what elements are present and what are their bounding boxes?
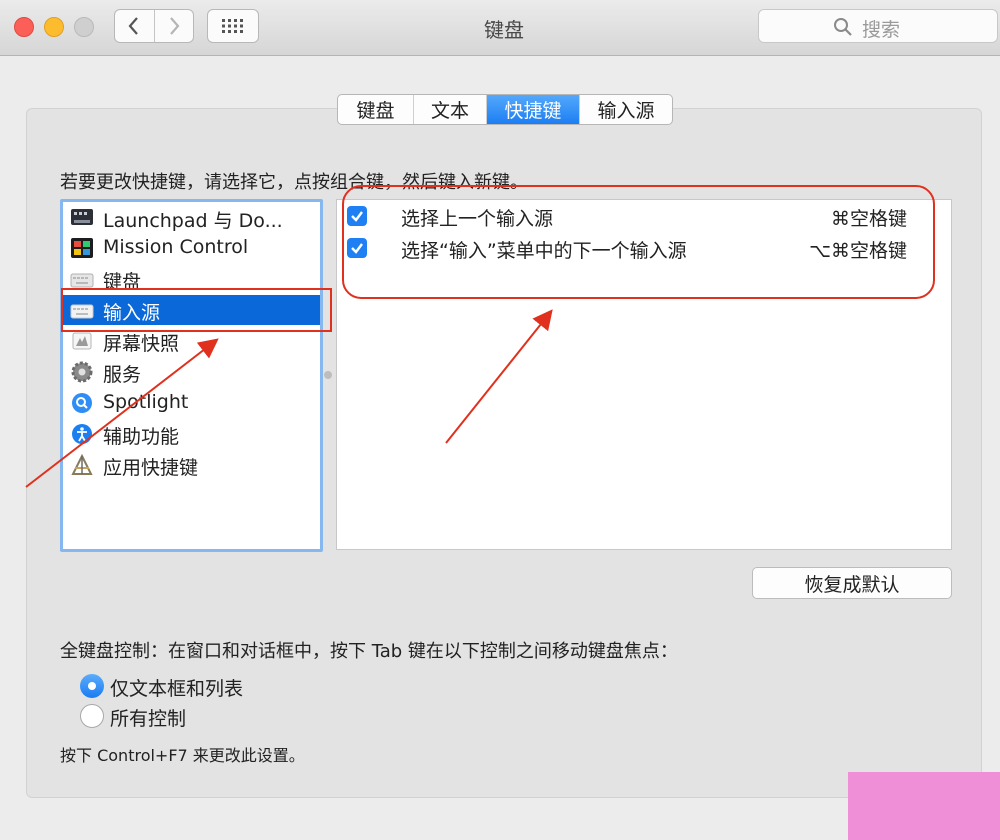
app-shortcuts-icon	[71, 454, 93, 475]
tab-input-sources[interactable]: 输入源	[579, 95, 672, 124]
category-label: Mission Control	[103, 236, 249, 258]
shortcut-label: 选择上一个输入源	[401, 208, 554, 230]
radio-text-boxes-and-lists[interactable]	[80, 674, 104, 698]
category-item-screenshots[interactable]: 屏幕快照	[63, 326, 320, 356]
minimize-window-button[interactable]	[44, 17, 64, 37]
radio-label-all-controls: 所有控制	[110, 708, 187, 730]
search-field[interactable]: 搜索	[758, 9, 998, 43]
window-title: 键盘	[484, 18, 524, 42]
search-icon	[834, 18, 852, 36]
shortcut-checkbox[interactable]	[347, 206, 367, 226]
category-label: 输入源	[103, 302, 161, 324]
checkmark-icon	[351, 211, 363, 222]
grid-icon	[222, 19, 243, 33]
show-all-button[interactable]	[207, 9, 259, 43]
shortcut-list[interactable]: 选择上一个输入源 ⌘空格键 选择“输入”菜单中的下一个输入源 ⌥⌘空格键	[336, 199, 952, 550]
back-button[interactable]	[115, 10, 154, 42]
spotlight-icon	[72, 393, 92, 413]
screenshot-icon	[72, 332, 92, 350]
category-label: 服务	[103, 364, 142, 386]
category-label: 屏幕快照	[103, 333, 180, 355]
keyboard-shortcut-hint: 按下 Control+F7 来更改此设置。	[60, 746, 305, 765]
split-view-divider[interactable]	[324, 371, 332, 379]
tab-keyboard[interactable]: 键盘	[338, 95, 413, 124]
category-label: Launchpad 与 Do...	[103, 210, 283, 232]
restore-defaults-button[interactable]: 恢复成默认	[752, 567, 952, 599]
radio-label-text-boxes: 仅文本框和列表	[110, 678, 244, 700]
forward-button[interactable]	[153, 10, 194, 42]
mission-control-icon	[71, 238, 93, 258]
shortcut-row[interactable]: 选择上一个输入源 ⌘空格键	[337, 201, 951, 231]
category-item-keyboard[interactable]: 键盘	[63, 264, 320, 294]
category-item-mission-control[interactable]: Mission Control	[63, 233, 320, 263]
search-placeholder: 搜索	[862, 19, 901, 41]
instruction-text: 若要更改快捷键，请选择它，点按组合键，然后键入新键。	[60, 172, 528, 193]
close-window-button[interactable]	[14, 17, 34, 37]
watermark-corner	[848, 772, 1000, 840]
shortcut-category-list[interactable]: Launchpad 与 Do... Mission Control 键盘 输入源…	[60, 199, 323, 552]
category-label: Spotlight	[103, 391, 189, 413]
category-label: 键盘	[103, 271, 142, 293]
radio-all-controls[interactable]	[80, 704, 104, 728]
category-label: 应用快捷键	[103, 457, 199, 479]
input-source-icon	[70, 304, 94, 319]
category-item-spotlight[interactable]: Spotlight	[63, 388, 320, 418]
category-item-app-shortcuts[interactable]: 应用快捷键	[63, 450, 320, 480]
chevron-right-icon	[169, 17, 180, 35]
keyboard-icon	[70, 273, 94, 288]
gear-icon	[71, 361, 93, 383]
shortcut-keys[interactable]: ⌘空格键	[831, 204, 907, 231]
accessibility-icon	[72, 424, 92, 444]
shortcut-keys[interactable]: ⌥⌘空格键	[809, 236, 907, 263]
navigation-buttons	[114, 9, 194, 43]
shortcut-row[interactable]: 选择“输入”菜单中的下一个输入源 ⌥⌘空格键	[337, 233, 951, 263]
title-bar: 键盘 搜索	[0, 0, 1000, 56]
tab-bar: 键盘 文本 快捷键 输入源	[337, 94, 673, 125]
chevron-left-icon	[128, 17, 139, 35]
checkmark-icon	[351, 243, 363, 254]
tab-shortcuts[interactable]: 快捷键	[486, 95, 579, 124]
category-item-launchpad[interactable]: Launchpad 与 Do...	[63, 203, 320, 233]
shortcut-checkbox[interactable]	[347, 238, 367, 258]
launchpad-icon	[71, 209, 93, 225]
tab-text[interactable]: 文本	[413, 95, 486, 124]
shortcut-label: 选择“输入”菜单中的下一个输入源	[401, 240, 687, 262]
category-label: 辅助功能	[103, 426, 180, 448]
category-item-accessibility[interactable]: 辅助功能	[63, 419, 320, 449]
zoom-window-button[interactable]	[74, 17, 94, 37]
category-item-services[interactable]: 服务	[63, 357, 320, 387]
full-keyboard-access-label: 全键盘控制：在窗口和对话框中，按下 Tab 键在以下控制之间移动键盘焦点：	[60, 641, 678, 662]
category-item-input-sources[interactable]: 输入源	[63, 295, 320, 325]
